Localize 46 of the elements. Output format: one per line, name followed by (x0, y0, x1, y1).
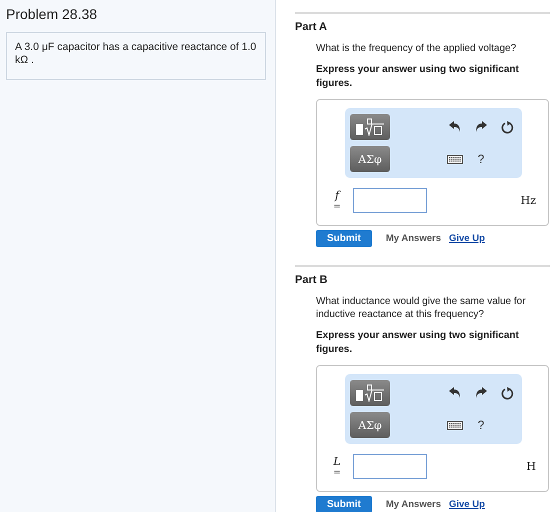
my-answers-label: My Answers (386, 499, 441, 510)
redo-button[interactable] (475, 387, 487, 399)
give-up-link[interactable]: Give Up (448, 233, 485, 244)
problem-statement: A 3.0 μF capacitor has a capacitive reactance of 1.0 kΩ . (6, 32, 266, 80)
unit-label: Hz (520, 194, 536, 207)
instruction-text: Express your answer using two significant figures. (316, 329, 520, 356)
instruction-text: Express your answer using two significant figures. (316, 63, 520, 90)
give-up-link[interactable]: Give Up (448, 499, 485, 510)
undo-button[interactable] (449, 387, 461, 399)
answer-field[interactable] (353, 188, 427, 213)
question-text: What inductance would give the same value for inductive reactance at this frequency? (316, 295, 527, 321)
reset-button[interactable] (500, 386, 514, 400)
template-icon (355, 384, 385, 402)
problem-title: Problem 28.38 (6, 6, 98, 22)
variable-label: f (334, 189, 340, 202)
symbols-button[interactable]: ΑΣφ (350, 146, 390, 172)
keyboard-button[interactable] (447, 420, 463, 430)
reset-icon (500, 120, 514, 134)
undo-icon (449, 387, 461, 399)
part-title: Part A (295, 21, 328, 33)
submit-button[interactable]: Submit (316, 496, 372, 512)
variable-label: L (333, 455, 341, 468)
help-button[interactable]: ? (478, 152, 484, 166)
keyboard-icon (447, 154, 463, 164)
template-icon (355, 118, 385, 136)
undo-icon (449, 121, 461, 133)
equals-sign: = (333, 202, 341, 212)
redo-button[interactable] (475, 121, 487, 133)
redo-icon (475, 387, 487, 399)
equals-sign: = (333, 468, 341, 478)
redo-icon (475, 121, 487, 133)
submit-button[interactable]: Submit (316, 230, 372, 247)
my-answers-label: My Answers (386, 233, 441, 244)
undo-button[interactable] (449, 121, 461, 133)
keyboard-icon (447, 420, 463, 430)
answer-field[interactable] (353, 454, 427, 479)
template-button[interactable] (350, 380, 390, 406)
reset-button[interactable] (500, 120, 514, 134)
unit-label: H (526, 460, 536, 473)
template-button[interactable] (350, 114, 390, 140)
help-button[interactable]: ? (478, 418, 484, 432)
keyboard-button[interactable] (447, 154, 463, 164)
question-text: What is the frequency of the applied voltage? (316, 42, 518, 55)
part-title: Part B (295, 274, 328, 286)
reset-icon (500, 386, 514, 400)
symbols-button[interactable]: ΑΣφ (350, 412, 390, 438)
